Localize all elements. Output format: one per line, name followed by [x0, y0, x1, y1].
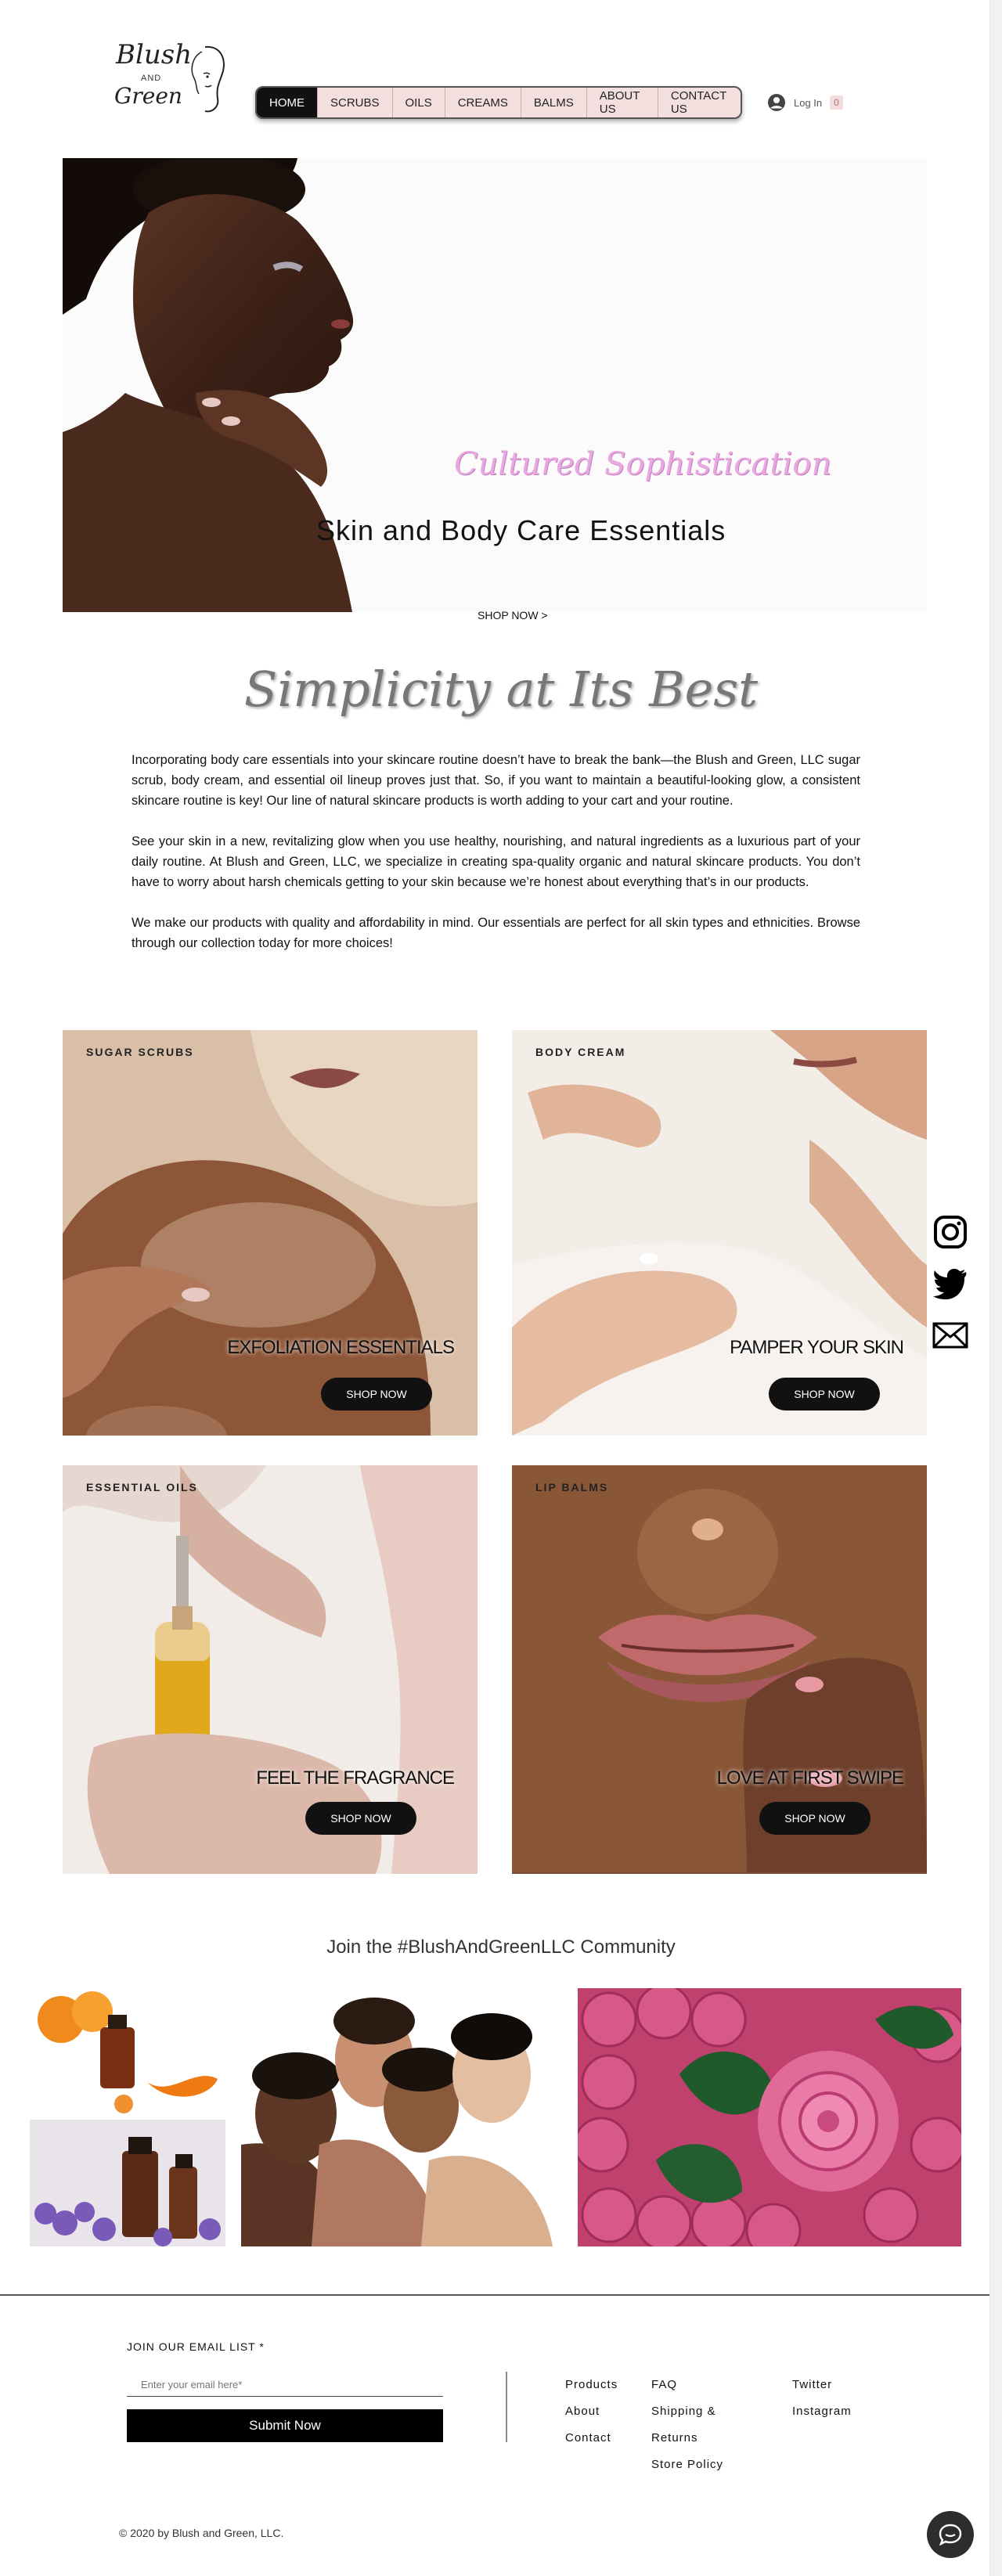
tile-category-label: BODY CREAM [535, 1046, 626, 1058]
body-cream-image [512, 1030, 927, 1436]
tile-category-label: SUGAR SCRUBS [86, 1046, 194, 1058]
hero-tagline: Cultured Sophistication [454, 446, 832, 482]
chat-button[interactable] [927, 2511, 974, 2558]
community-heading: Join the #BlushAndGreenLLC Community [326, 1937, 676, 1958]
shop-now-button[interactable]: SHOP NOW [321, 1378, 432, 1410]
user-avatar-icon[interactable] [767, 93, 786, 112]
tile-category-label: LIP BALMS [535, 1481, 609, 1493]
gallery-image-lavender-oil[interactable] [30, 2120, 225, 2246]
footer-link-twitter[interactable]: Twitter [792, 2372, 852, 2398]
shop-now-button[interactable]: SHOP NOW [305, 1802, 416, 1835]
gallery-image-models[interactable] [241, 1988, 553, 2246]
tile-tagline: FEEL THE FRAGRANCE [256, 1767, 455, 1789]
chat-bubble-icon [939, 2524, 962, 2545]
tile-tagline: EXFOLIATION ESSENTIALS [227, 1337, 455, 1358]
footer-link-store-policy[interactable]: Store Policy [651, 2452, 723, 2478]
site-header: Blush AND Green HOME SCRUBS OILS CREAMS … [0, 0, 1002, 149]
models-group-photo [241, 1988, 553, 2246]
intro-heading: Simplicity at Its Best [243, 661, 759, 718]
social-sidebar [932, 1213, 971, 1368]
twitter-icon[interactable] [932, 1265, 969, 1302]
nav-oils[interactable]: OILS [393, 88, 445, 117]
footer-link-products[interactable]: Products [565, 2372, 618, 2398]
intro-paragraph-2: See your skin in a new, revitalizing glo… [132, 834, 860, 889]
footer-vertical-divider [506, 2372, 507, 2442]
hero-title: Skin and Body Care Essentials [316, 514, 726, 546]
footer-links-col1: Products About Contact [565, 2372, 618, 2452]
hero-banner: Cultured Sophistication Skin and Body Ca… [63, 158, 927, 612]
tile-lip-balms[interactable]: LIP BALMS LOVE AT FIRST SWIPE SHOP NOW [512, 1465, 927, 1874]
gallery-image-rose[interactable] [578, 1988, 961, 2246]
nav-home[interactable]: HOME [257, 88, 318, 117]
logo-text-green: Green [114, 83, 182, 109]
intro-text: Incorporating body care essentials into … [132, 750, 860, 974]
nav-contact-us-label: CONTACT US [670, 89, 726, 116]
orange-oil-photo [30, 1988, 225, 2115]
shop-now-button[interactable]: SHOP NOW [759, 1802, 870, 1835]
tile-sugar-scrubs[interactable]: SUGAR SCRUBS EXFOLIATION ESSENTIALS SHOP… [63, 1030, 478, 1436]
tile-tagline: LOVE AT FIRST SWIPE [716, 1767, 904, 1789]
tile-essential-oils[interactable]: ESSENTIAL OILS FEEL THE FRAGRANCE SHOP N… [63, 1465, 478, 1874]
instagram-icon[interactable] [932, 1213, 969, 1251]
nav-about-us-label: ABOUT US [599, 89, 640, 116]
tile-body-cream[interactable]: BODY CREAM PAMPER YOUR SKIN SHOP NOW [512, 1030, 927, 1436]
rose-photo [578, 1988, 961, 2246]
main-nav: HOME SCRUBS OILS CREAMS BALMS ABOUT US C… [255, 86, 742, 119]
nav-about-us[interactable]: ABOUT US [587, 88, 658, 117]
nav-oils-label: OILS [405, 95, 432, 110]
footer-link-faq[interactable]: FAQ [651, 2372, 723, 2398]
nav-scrubs-label: SCRUBS [330, 95, 380, 110]
tile-tagline: PAMPER YOUR SKIN [730, 1337, 904, 1358]
footer-link-contact[interactable]: Contact [565, 2425, 618, 2452]
mail-icon[interactable] [932, 1317, 969, 1354]
footer-link-returns[interactable]: Returns [651, 2425, 723, 2452]
copyright-text: © 2020 by Blush and Green, LLC. [119, 2527, 284, 2539]
footer-link-about[interactable]: About [565, 2398, 618, 2425]
intro-paragraph-1: Incorporating body care essentials into … [132, 753, 860, 808]
gallery-image-orange-oil[interactable] [30, 1988, 225, 2115]
email-list-label: JOIN OUR EMAIL LIST * [127, 2340, 265, 2353]
sugar-scrub-image [63, 1030, 478, 1436]
footer-divider [0, 2294, 1002, 2296]
footer-links-col2: FAQ Shipping & Returns Store Policy [651, 2372, 723, 2478]
brand-logo[interactable]: Blush AND Green [110, 39, 227, 117]
nav-home-label: HOME [269, 95, 305, 110]
tile-category-label: ESSENTIAL OILS [86, 1481, 198, 1493]
footer-links-col3: Twitter Instagram [792, 2372, 852, 2425]
page-scrollbar[interactable] [989, 0, 1002, 2576]
nav-balms[interactable]: BALMS [521, 88, 587, 117]
nav-scrubs[interactable]: SCRUBS [318, 88, 393, 117]
logo-face-icon [191, 45, 225, 113]
cart-count-badge[interactable]: 0 [830, 95, 843, 110]
footer-link-shipping[interactable]: Shipping & [651, 2398, 723, 2425]
footer-link-instagram[interactable]: Instagram [792, 2398, 852, 2425]
login-area[interactable]: Log In 0 [767, 92, 843, 113]
hero-shop-now-link[interactable]: SHOP NOW > [478, 609, 548, 621]
logo-text-and: AND [141, 74, 162, 83]
submit-button[interactable]: Submit Now [127, 2409, 443, 2442]
email-field[interactable] [127, 2373, 443, 2397]
intro-paragraph-3: We make our products with quality and af… [132, 916, 860, 950]
nav-creams-label: CREAMS [457, 95, 508, 110]
nav-creams[interactable]: CREAMS [445, 88, 521, 117]
nav-contact-us[interactable]: CONTACT US [658, 88, 741, 117]
login-link[interactable]: Log In [794, 97, 822, 109]
shop-now-button[interactable]: SHOP NOW [769, 1378, 880, 1410]
lavender-oil-photo [30, 2120, 225, 2246]
nav-balms-label: BALMS [533, 95, 574, 110]
logo-text-blush: Blush [116, 39, 193, 70]
